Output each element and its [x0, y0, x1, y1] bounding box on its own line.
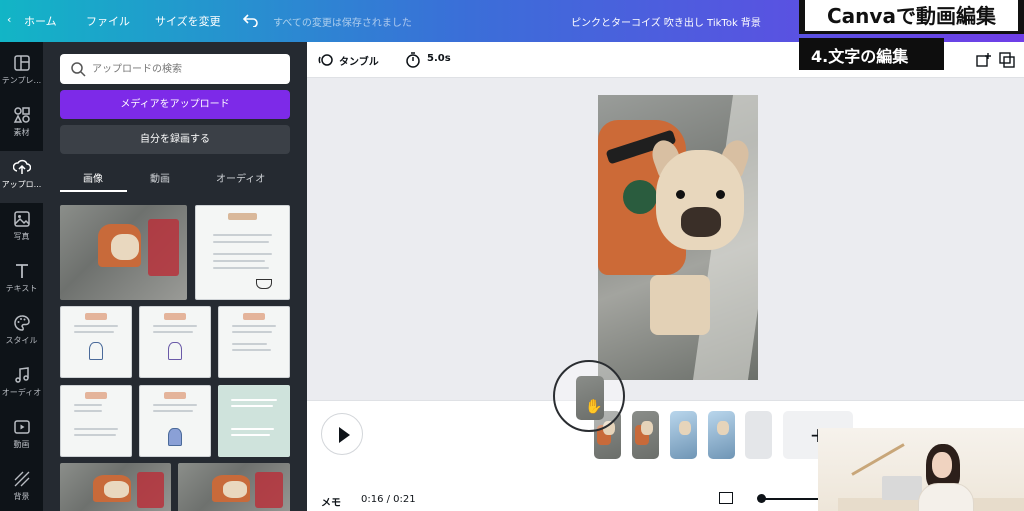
home-link[interactable]: ホーム	[24, 13, 57, 29]
rail-item-templates[interactable]: テンプレ...	[0, 47, 43, 99]
design-canvas	[307, 78, 1024, 400]
file-menu[interactable]: ファイル	[86, 13, 130, 29]
zoom-slider-knob[interactable]	[757, 494, 766, 503]
cursor-magnifier: ✋	[553, 360, 625, 432]
uploaded-image-thumb[interactable]	[139, 306, 211, 378]
uploads-panel: メディアをアップロード 自分を録画する 画像 動画 オーディオ	[43, 42, 307, 511]
uploaded-image-thumb[interactable]	[195, 205, 290, 300]
background-icon	[14, 471, 29, 487]
uploaded-image-thumb[interactable]	[60, 205, 187, 300]
search-icon	[71, 62, 86, 77]
text-icon	[15, 264, 28, 278]
tab-videos[interactable]: 動画	[150, 170, 170, 185]
search-box[interactable]	[60, 54, 290, 84]
rail-item-audio[interactable]: オーディオ	[0, 359, 43, 411]
back-chevron-icon[interactable]: ‹	[7, 13, 11, 26]
upload-media-button[interactable]: メディアをアップロード	[60, 90, 290, 119]
playback-time: 0:16 / 0:21	[361, 494, 416, 505]
play-icon	[339, 427, 350, 443]
video-icon	[13, 420, 30, 434]
animate-button[interactable]: タンブル	[339, 53, 379, 68]
play-button[interactable]	[321, 413, 363, 455]
grid-view-icon[interactable]	[719, 492, 733, 504]
rail-item-photos[interactable]: 写真	[0, 203, 43, 255]
rail-item-elements[interactable]: 素材	[0, 99, 43, 151]
photo-icon	[13, 211, 30, 227]
presenter-webcam	[818, 428, 1024, 511]
tab-images[interactable]: 画像	[83, 170, 103, 185]
rail-item-background[interactable]: 背景	[0, 463, 43, 511]
add-page-icon[interactable]	[975, 52, 991, 68]
hand-cursor-icon: ✋	[585, 399, 603, 415]
timer-icon[interactable]	[405, 52, 421, 68]
timeline-clip[interactable]	[670, 411, 697, 459]
duplicate-page-icon[interactable]	[999, 52, 1015, 68]
design-page-video[interactable]	[598, 95, 758, 380]
search-input[interactable]	[92, 60, 282, 78]
save-status: すべての変更は保存されました	[273, 18, 412, 29]
undo-icon[interactable]	[243, 13, 259, 27]
template-icon	[13, 55, 30, 71]
resize-menu[interactable]: サイズを変更	[155, 13, 221, 29]
timeline-clip[interactable]	[745, 411, 772, 459]
rail-item-uploads[interactable]: アップロ...	[0, 151, 43, 203]
uploaded-image-thumb[interactable]	[218, 306, 290, 378]
uploaded-image-thumb[interactable]	[60, 306, 132, 378]
upload-icon	[12, 159, 31, 174]
uploaded-image-thumb[interactable]	[60, 463, 171, 511]
rail-item-videos[interactable]: 動画	[0, 411, 43, 463]
tab-audio[interactable]: オーディオ	[216, 170, 265, 185]
uploaded-image-thumb[interactable]	[178, 463, 290, 511]
left-rail: テンプレ... 素材 アップロ... 写真 テキスト スタイル オーディオ 動画…	[0, 42, 43, 511]
duration-value[interactable]: 5.0s	[427, 53, 451, 64]
video-caption-title: Canvaで動画編集	[799, 0, 1024, 34]
video-caption-step: 4.文字の編集	[799, 38, 944, 70]
rail-item-styles[interactable]: スタイル	[0, 307, 43, 359]
uploaded-image-thumb[interactable]	[218, 385, 290, 457]
music-icon	[14, 367, 29, 383]
timeline-clip[interactable]	[708, 411, 735, 459]
timeline-clip[interactable]	[632, 411, 659, 459]
notes-button[interactable]: メモ	[321, 494, 341, 509]
rail-item-text[interactable]: テキスト	[0, 255, 43, 307]
uploaded-image-thumb[interactable]	[60, 385, 132, 457]
uploaded-image-thumb[interactable]	[139, 385, 211, 457]
animate-icon[interactable]	[318, 52, 334, 68]
palette-icon	[13, 315, 30, 331]
record-yourself-button[interactable]: 自分を録画する	[60, 125, 290, 154]
document-title[interactable]: ピンクとターコイズ 吹き出し TikTok 背景	[571, 14, 761, 29]
active-tab-indicator	[60, 190, 127, 192]
elements-icon	[13, 107, 30, 123]
